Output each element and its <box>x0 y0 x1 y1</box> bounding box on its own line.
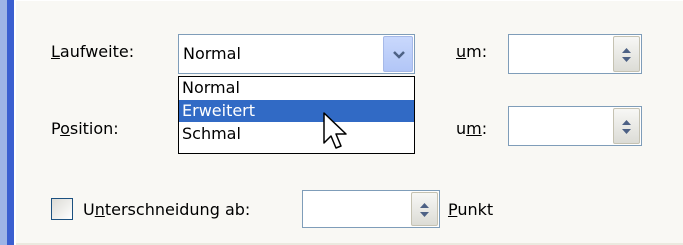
um2-spinbox[interactable] <box>508 106 642 146</box>
chevron-down-icon <box>393 51 405 59</box>
kerning-spinbox[interactable] <box>302 190 440 228</box>
laufweite-combobox[interactable]: Normal <box>178 34 415 74</box>
window-left-highlight <box>14 0 16 245</box>
laufweite-value: Normal <box>183 44 241 63</box>
list-item-schmal[interactable]: Schmal <box>179 123 414 145</box>
list-item-erweitert[interactable]: Erweitert <box>179 100 414 122</box>
kerning-label: Unterschneidung ab: <box>83 200 251 219</box>
top-highlight <box>16 0 683 1</box>
position-label: Position: <box>51 119 119 138</box>
list-item-normal[interactable]: Normal <box>179 77 414 99</box>
laufweite-dropdown-list[interactable]: Normal Erweitert Schmal <box>178 76 415 154</box>
spin-up-down-icon <box>420 203 429 217</box>
spin-up-down-icon <box>622 120 631 134</box>
um1-label: um: <box>456 42 488 61</box>
um2-spin-button[interactable] <box>613 108 640 144</box>
laufweite-dropdown-button[interactable] <box>383 36 413 72</box>
mouse-pointer-icon <box>323 112 347 149</box>
punkt-label: Punkt <box>448 200 494 219</box>
window-left-edge <box>0 0 7 245</box>
laufweite-label: Laufweite: <box>51 42 135 61</box>
spin-up-down-icon <box>622 48 631 62</box>
um1-spinbox[interactable] <box>508 34 642 74</box>
um1-spin-button[interactable] <box>613 36 640 72</box>
um2-label: um: <box>456 119 488 138</box>
kerning-spin-button[interactable] <box>411 192 438 226</box>
window-left-border <box>7 0 14 245</box>
kerning-checkbox[interactable] <box>51 198 73 220</box>
